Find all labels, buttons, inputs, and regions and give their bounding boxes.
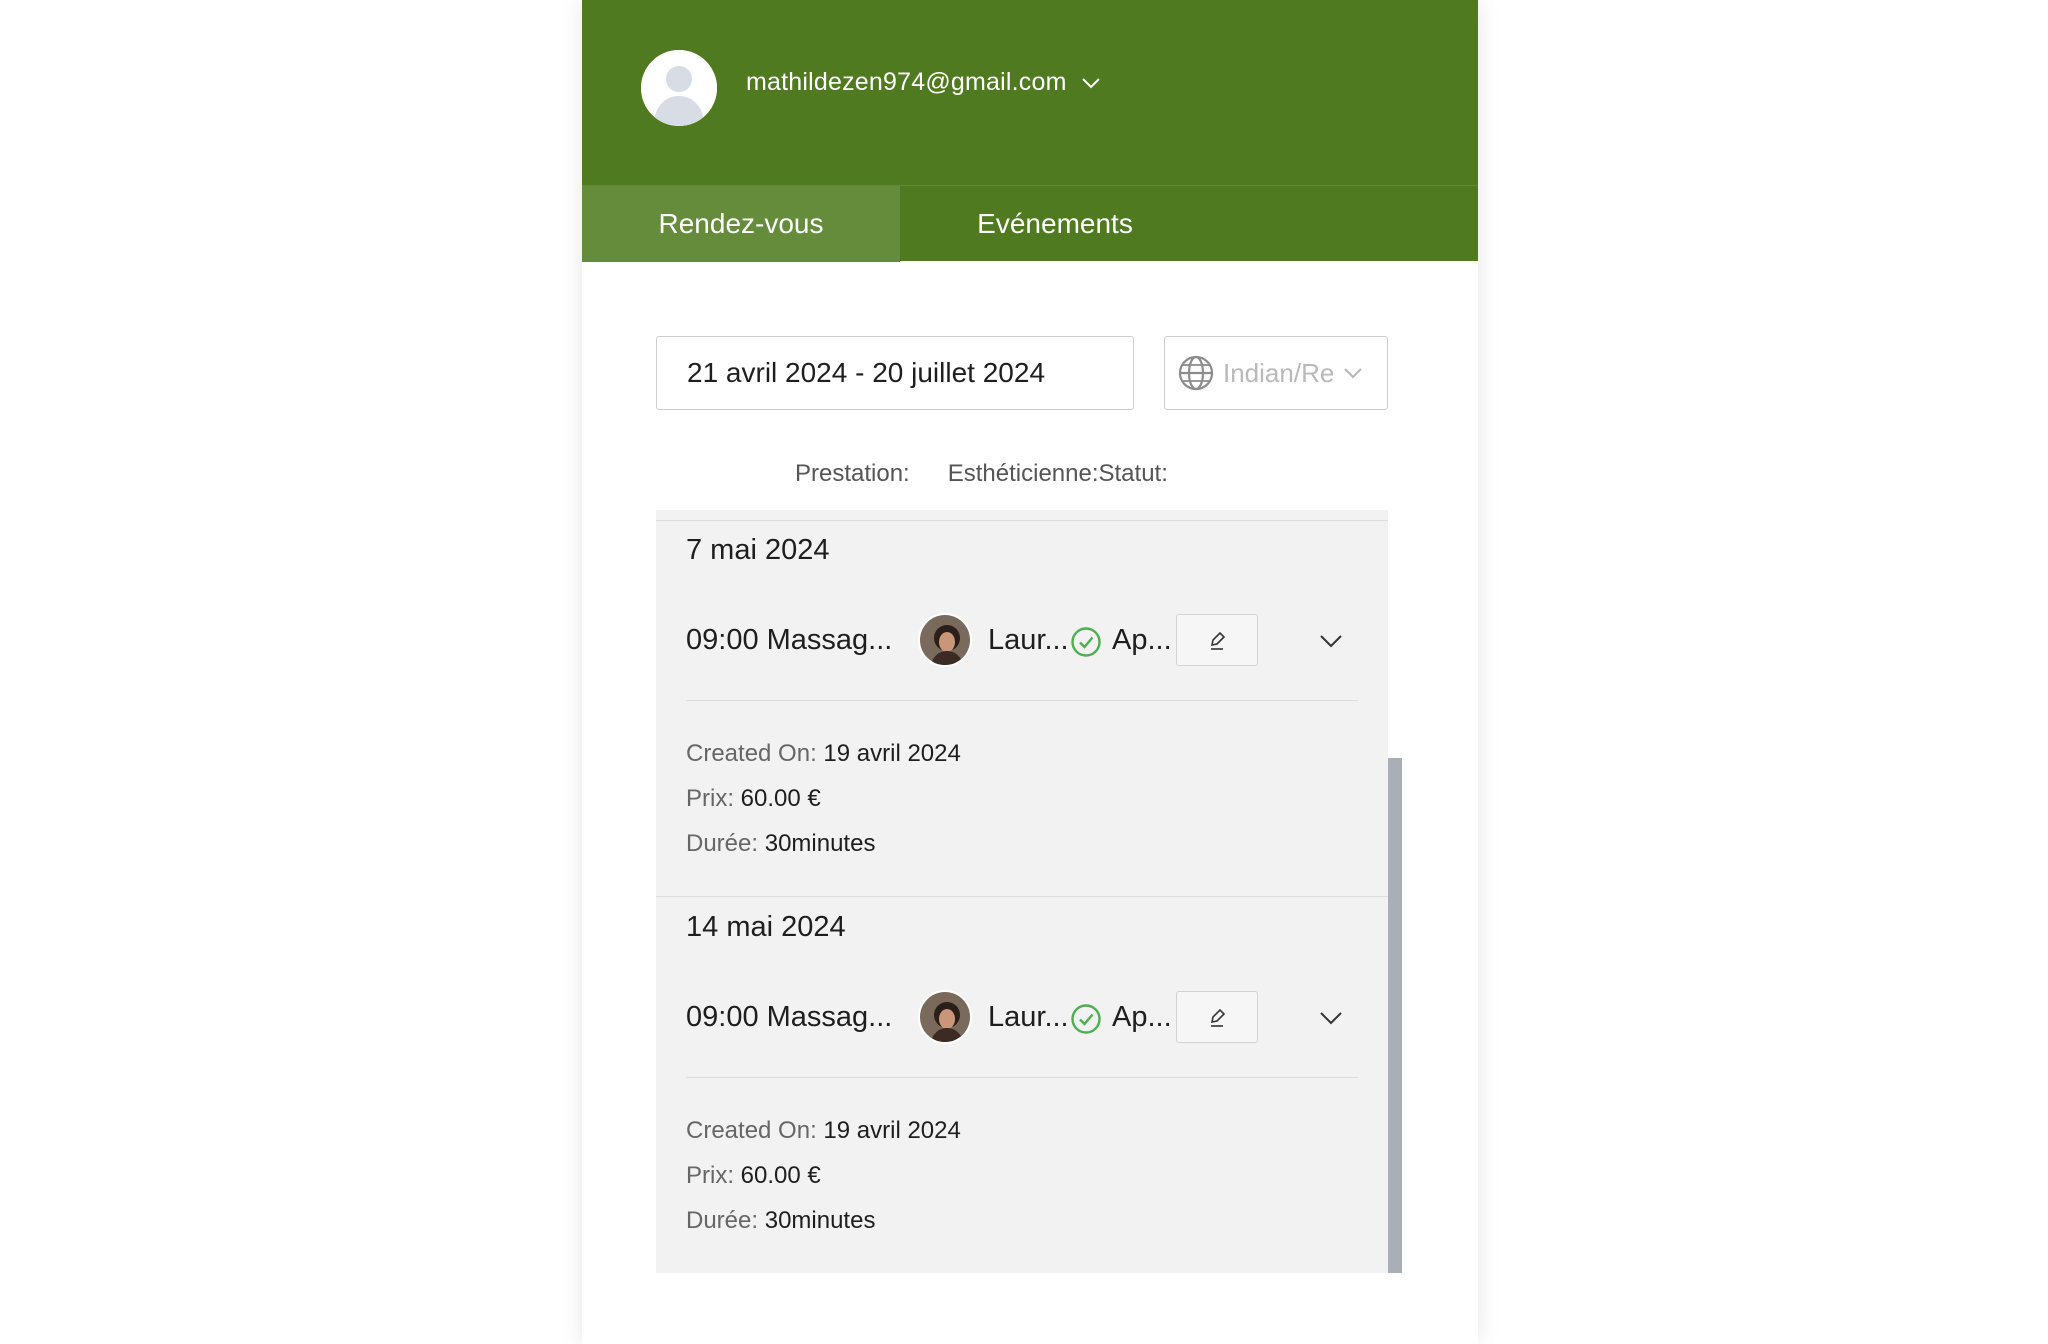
pencil-icon	[1206, 1006, 1228, 1028]
timezone-select[interactable]: Indian/Reunion	[1164, 336, 1388, 410]
appointment-time-service: 09:00 Massag...	[686, 1001, 893, 1033]
pencil-icon	[1206, 629, 1228, 651]
price-label: Prix:	[686, 1162, 734, 1189]
account-menu[interactable]: mathildezen974@gmail.com	[746, 68, 1101, 97]
filter-statut[interactable]: Statut:	[1099, 460, 1168, 487]
duration-value: 30minutes	[764, 1207, 876, 1234]
globe-icon	[1177, 354, 1215, 392]
row-divider	[686, 1077, 1358, 1078]
staff-avatar	[918, 613, 972, 667]
expand-appointment-button[interactable]	[1316, 626, 1346, 656]
appointment-status: Ap...	[1112, 624, 1172, 656]
filter-estheticienne[interactable]: Esthéticienne:	[948, 460, 1099, 487]
created-on-detail: Created On: 19 avril 2024	[686, 1117, 961, 1145]
duration-detail: Durée: 30minutes	[686, 830, 875, 858]
appointment-date: 14 mai 2024	[686, 911, 846, 943]
appointment-status: Ap...	[1112, 1001, 1172, 1033]
date-range-picker[interactable]: 21 avril 2024 - 20 juillet 2024	[656, 336, 1134, 410]
created-on-value: 19 avril 2024	[823, 740, 961, 767]
list-divider	[656, 520, 1388, 521]
appointment-row[interactable]: 09:00 Massag... Laur... Ap...	[686, 987, 1358, 1047]
price-label: Prix:	[686, 785, 734, 812]
list-scrollbar[interactable]	[1388, 758, 1402, 1273]
price-value: 60.00 €	[740, 1162, 821, 1189]
tab-rendez-vous[interactable]: Rendez-vous	[582, 186, 900, 262]
price-value: 60.00 €	[740, 785, 821, 812]
filter-prestation[interactable]: Prestation:	[795, 460, 910, 487]
filter-bar: Prestation: Esthéticienne:Statut:	[795, 460, 1168, 488]
staff-avatar	[918, 990, 972, 1044]
price-detail: Prix: 60.00 €	[686, 785, 821, 813]
tab-bar: Rendez-vous Evénements	[582, 185, 1478, 262]
tab-evenements[interactable]: Evénements	[900, 186, 1210, 262]
chevron-down-icon	[1343, 366, 1363, 380]
check-circle-icon	[1070, 1003, 1102, 1035]
created-on-label: Created On:	[686, 740, 817, 767]
edit-appointment-button[interactable]	[1176, 614, 1258, 666]
staff-name: Laur...	[988, 1001, 1069, 1033]
group-divider	[656, 896, 1388, 897]
appointment-list: 7 mai 2024 09:00 Massag... Laur... Ap...	[656, 510, 1388, 1273]
timezone-value: Indian/Reunion	[1223, 357, 1333, 388]
price-detail: Prix: 60.00 €	[686, 1162, 821, 1190]
account-header: mathildezen974@gmail.com	[582, 0, 1478, 185]
chevron-down-icon	[1319, 633, 1343, 649]
created-on-label: Created On:	[686, 1117, 817, 1144]
app-panel: mathildezen974@gmail.com Rendez-vous Evé…	[582, 0, 1478, 1344]
edit-appointment-button[interactable]	[1176, 991, 1258, 1043]
expand-appointment-button[interactable]	[1316, 1003, 1346, 1033]
appointment-time-service: 09:00 Massag...	[686, 624, 893, 656]
row-divider	[686, 700, 1358, 701]
check-circle-icon	[1070, 626, 1102, 658]
staff-name: Laur...	[988, 624, 1069, 656]
duration-label: Durée:	[686, 830, 759, 857]
account-email: mathildezen974@gmail.com	[746, 68, 1067, 96]
appointment-row[interactable]: 09:00 Massag... Laur... Ap...	[686, 610, 1358, 670]
duration-value: 30minutes	[764, 830, 876, 857]
created-on-value: 19 avril 2024	[823, 1117, 961, 1144]
appointment-date: 7 mai 2024	[686, 534, 830, 566]
duration-label: Durée:	[686, 1207, 759, 1234]
user-avatar-icon[interactable]	[641, 50, 717, 126]
chevron-down-icon	[1319, 1010, 1343, 1026]
created-on-detail: Created On: 19 avril 2024	[686, 740, 961, 768]
chevron-down-icon	[1081, 76, 1101, 90]
duration-detail: Durée: 30minutes	[686, 1207, 875, 1235]
